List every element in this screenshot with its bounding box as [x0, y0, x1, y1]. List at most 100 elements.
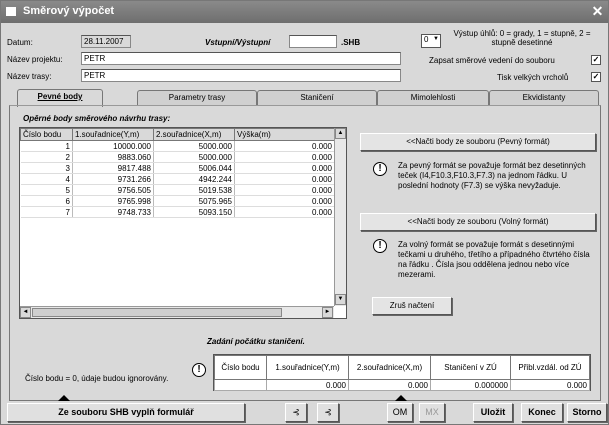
table-cell[interactable]: 0.000 — [510, 379, 590, 391]
horizontal-scrollbar[interactable]: ◄ ► — [20, 306, 334, 318]
table-header-row: Číslo bodu 1.souřadnice(Y,m) 2.souřadnic… — [214, 355, 590, 380]
column-header[interactable]: 2.souřadnice(X,m) — [348, 355, 431, 380]
load-fixed-format-button[interactable]: <<Načti body ze souboru (Pevný formát) — [360, 133, 596, 151]
scroll-right-icon[interactable]: ► — [322, 307, 333, 318]
start-section-title: Zadání počátku staničení. — [207, 337, 305, 346]
end-button[interactable]: Konec — [521, 403, 563, 422]
table-cell[interactable]: 0.000000 — [430, 379, 511, 391]
table-row[interactable]: 1 10000.000 5000.000 0.000 — [20, 140, 335, 152]
table-cell[interactable]: 10000.000 — [72, 140, 154, 152]
tab-chainage[interactable]: Staničení — [257, 90, 377, 106]
table-cell[interactable]: 9748.733 — [72, 206, 154, 218]
load-free-format-button[interactable]: <<Načti body ze souboru (Volný formát) — [360, 213, 596, 231]
table-cell[interactable]: 9765.998 — [72, 195, 154, 207]
route-label: Název trasy: — [7, 72, 52, 81]
table-cell[interactable]: 3 — [20, 162, 73, 174]
column-header[interactable]: 2.souřadnice(X,m) — [153, 128, 235, 141]
print-vertices-checkbox[interactable]: ✓ — [591, 72, 601, 82]
project-name-input[interactable]: PETR — [81, 52, 401, 65]
points-table[interactable]: Číslo bodu 1.souřadnice(Y,m) 2.souřadnic… — [19, 127, 347, 319]
table-row[interactable]: 5 9756.505 5019.538 0.000 — [20, 184, 335, 196]
table-cell[interactable]: 5093.150 — [153, 206, 235, 218]
table-cell[interactable]: 5 — [20, 184, 73, 196]
table-cell[interactable]: 0.000 — [266, 379, 349, 391]
cancel-load-button[interactable]: Zruš načtení — [372, 297, 452, 315]
print-vertices-label: Tisk velkých vrcholů — [497, 73, 569, 82]
table-row[interactable]: 3 9817.488 5006.044 0.000 — [20, 162, 335, 174]
table-cell[interactable]: 2 — [20, 151, 73, 163]
arrow-up-icon — [395, 395, 407, 401]
table-cell[interactable]: 4 — [20, 173, 73, 185]
angle-output-select[interactable]: 0 ▼ — [421, 34, 441, 48]
table-cell[interactable]: 5019.538 — [153, 184, 235, 196]
column-header[interactable]: Staničení v ZÚ — [430, 355, 511, 380]
fill-form-from-shb-button[interactable]: Ze souboru SHB vyplň formulář — [7, 403, 245, 422]
table-cell[interactable]: 0.000 — [234, 206, 335, 218]
chevron-down-icon: ▼ — [433, 36, 439, 42]
table-cell[interactable]: 0.000 — [234, 195, 335, 207]
table-cell[interactable]: 0.000 — [234, 173, 335, 185]
angle-output-value: 0 — [424, 35, 429, 44]
start-section-note: Číslo bodu = 0, údaje budou ignorovány. — [25, 374, 169, 383]
table-cell[interactable]: 0.000 — [234, 151, 335, 163]
table-cell[interactable]: 9731.266 — [72, 173, 154, 185]
points-section-title: Opěrné body směrového návrhu trasy: — [23, 114, 171, 123]
table-cell[interactable]: 0.000 — [348, 379, 431, 391]
route-name-input[interactable]: PETR — [81, 69, 401, 82]
date-field[interactable]: 28.11.2007 — [81, 35, 131, 48]
scroll-up-icon[interactable]: ▲ — [335, 128, 346, 139]
table-cell[interactable]: 9756.505 — [72, 184, 154, 196]
title-bar: Směrový výpočet ✕ — [1, 1, 608, 23]
info-icon: ! — [373, 162, 387, 176]
project-label: Název projektu: — [7, 55, 63, 64]
write-direction-checkbox[interactable]: ✓ — [591, 55, 601, 65]
close-icon[interactable]: ✕ — [589, 3, 606, 20]
table-cell[interactable]: 0.000 — [234, 140, 335, 152]
table-cell[interactable]: 7 — [20, 206, 73, 218]
cancel-button[interactable]: Storno — [567, 403, 607, 422]
scroll-thumb[interactable] — [32, 308, 282, 317]
tab-route-parameters[interactable]: Parametry trasy — [137, 90, 257, 106]
column-header[interactable]: Přibl.vzdál. od ZÚ — [510, 355, 590, 380]
date-label: Datum: — [7, 38, 33, 47]
table-row[interactable]: 4 9731.266 4942.244 0.000 — [20, 173, 335, 185]
table-row[interactable]: 2 9883.060 5000.000 0.000 — [20, 151, 335, 163]
table-cell[interactable] — [214, 379, 267, 391]
table-cell[interactable]: 9817.488 — [72, 162, 154, 174]
tab-strip: Pevné body Parametry trasy Staničení Mim… — [9, 89, 601, 107]
table-row[interactable]: 6 9765.998 5075.965 0.000 — [20, 195, 335, 207]
tab-equidistants[interactable]: Ekvidistanty — [489, 90, 599, 106]
remove-import-icon[interactable]: ⊰ — [317, 403, 339, 422]
table-cell[interactable]: 6 — [20, 195, 73, 207]
table-header-row: Číslo bodu 1.souřadnice(Y,m) 2.souřadnic… — [20, 128, 335, 141]
scroll-left-icon[interactable]: ◄ — [20, 307, 31, 318]
table-cell[interactable]: 1 — [20, 140, 73, 152]
table-cell[interactable]: 0.000 — [234, 184, 335, 196]
vertical-scrollbar[interactable]: ▲ ▼ — [334, 128, 346, 306]
table-cell[interactable]: 5000.000 — [153, 151, 235, 163]
io-extension: .SHB — [341, 38, 361, 47]
table-cell[interactable]: 0.000 — [234, 162, 335, 174]
io-label: Vstupní/Výstupní — [205, 38, 271, 47]
column-header[interactable]: 1.souřadnice(Y,m) — [72, 128, 154, 141]
tab-offsets[interactable]: Mimolehlosti — [377, 90, 489, 106]
io-file-input[interactable] — [289, 35, 337, 48]
table-cell[interactable]: 4942.244 — [153, 173, 235, 185]
om-button[interactable]: OM — [387, 403, 413, 422]
import-icon[interactable]: ⊰ — [285, 403, 307, 422]
column-header[interactable]: Výška(m) — [234, 128, 335, 141]
table-row[interactable]: 0.000 0.000 0.000000 0.000 — [214, 379, 590, 391]
column-header[interactable]: 1.souřadnice(Y,m) — [266, 355, 349, 380]
start-chainage-table[interactable]: Číslo bodu 1.souřadnice(Y,m) 2.souřadnic… — [213, 354, 591, 391]
column-header[interactable]: Číslo bodu — [214, 355, 267, 380]
column-header[interactable]: Číslo bodu — [20, 128, 73, 141]
save-button[interactable]: Uložit — [473, 403, 513, 422]
table-cell[interactable]: 5000.000 — [153, 140, 235, 152]
info-icon: ! — [373, 239, 387, 253]
table-cell[interactable]: 5006.044 — [153, 162, 235, 174]
table-row[interactable]: 7 9748.733 5093.150 0.000 — [20, 206, 335, 218]
scroll-down-icon[interactable]: ▼ — [335, 294, 346, 305]
table-cell[interactable]: 9883.060 — [72, 151, 154, 163]
table-cell[interactable]: 5075.965 — [153, 195, 235, 207]
mx-button[interactable]: MX — [419, 403, 445, 422]
